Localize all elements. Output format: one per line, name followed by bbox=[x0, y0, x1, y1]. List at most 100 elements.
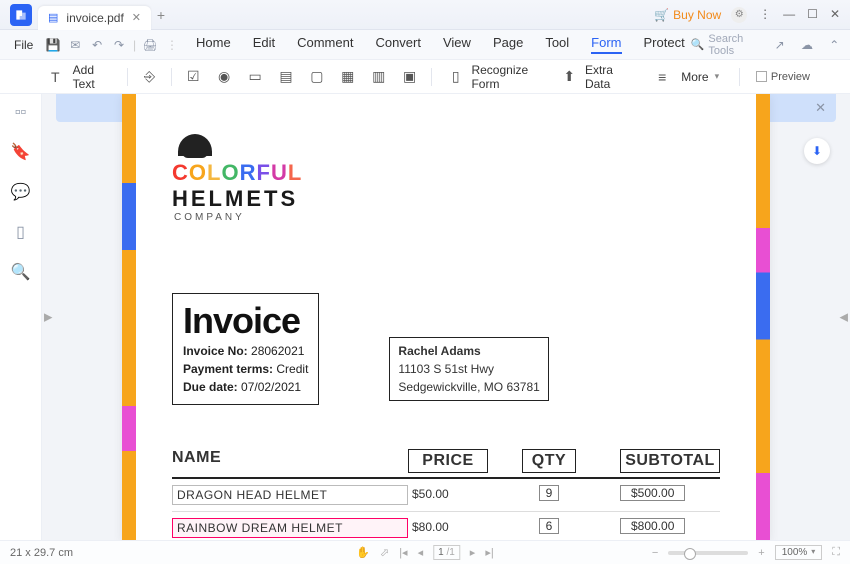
minimize-icon[interactable]: ― bbox=[783, 7, 795, 23]
decorative-stripe bbox=[122, 94, 136, 540]
search-tools[interactable]: 🔍Search Tools bbox=[691, 33, 760, 57]
fit-page-icon[interactable]: ⛶ bbox=[832, 546, 840, 559]
logo-helmets: HELMETS bbox=[172, 186, 720, 212]
next-page-icon[interactable]: ▸ bbox=[470, 546, 476, 559]
helmet-logo-icon bbox=[178, 134, 212, 156]
page-number-input[interactable]: 1 /1 bbox=[433, 545, 460, 560]
menu-page[interactable]: Page bbox=[493, 35, 523, 54]
menu-edit[interactable]: Edit bbox=[253, 35, 275, 54]
zoom-in-icon[interactable]: + bbox=[758, 547, 764, 559]
recognize-icon: ▯ bbox=[446, 67, 466, 87]
checkbox-icon bbox=[756, 71, 767, 82]
menu-home[interactable]: Home bbox=[196, 35, 231, 54]
close-banner-icon[interactable]: ✕ bbox=[815, 100, 826, 116]
undo-icon[interactable]: ↶ bbox=[89, 38, 105, 52]
pdf-file-icon: ▤ bbox=[48, 11, 58, 24]
add-tab-button[interactable]: + bbox=[151, 7, 171, 23]
item-qty-field[interactable]: 9 bbox=[522, 485, 576, 505]
maximize-icon[interactable]: ☐ bbox=[807, 7, 818, 23]
preview-checkbox[interactable]: Preview bbox=[756, 71, 810, 83]
menu-file[interactable]: File bbox=[8, 38, 39, 52]
main-menu: Home Edit Comment Convert View Page Tool… bbox=[196, 35, 685, 54]
menu-bar: File 💾 ✉ ↶ ↷ | 🖨 ⋮ Home Edit Comment Con… bbox=[0, 30, 850, 60]
item-name-field[interactable]: DRAGON HEAD HELMET bbox=[172, 485, 408, 505]
attachment-icon[interactable]: ▯ bbox=[16, 222, 25, 242]
last-page-icon[interactable]: ▸| bbox=[485, 546, 493, 559]
radio-field-icon[interactable]: ◉ bbox=[213, 67, 236, 87]
signature-field-icon[interactable]: ▥ bbox=[367, 67, 390, 87]
zoom-slider[interactable] bbox=[668, 551, 748, 555]
chevron-down-icon: ▾ bbox=[811, 547, 815, 558]
menu-form[interactable]: Form bbox=[591, 35, 621, 54]
logo-colorful: COLORFUL bbox=[172, 160, 720, 186]
chevron-up-icon[interactable]: ⌃ bbox=[827, 38, 842, 52]
pdf-page: COLORFUL HELMETS COMPANY Invoice Invoice… bbox=[122, 94, 770, 540]
app-logo-icon bbox=[10, 4, 32, 26]
buy-now-link[interactable]: 🛒Buy Now bbox=[654, 8, 721, 22]
add-text-button[interactable]: TAdd Text bbox=[40, 63, 117, 91]
download-badge-icon[interactable]: ⬇ bbox=[804, 138, 830, 164]
close-window-icon[interactable]: ✕ bbox=[830, 7, 840, 23]
save-icon[interactable]: 💾 bbox=[45, 38, 61, 52]
form-toolbar: TAdd Text ⎆ ☑ ◉ ▭ ▤ ▢ ▦ ▥ ▣ ▯Recognize F… bbox=[0, 60, 850, 94]
header-price[interactable]: PRICE bbox=[408, 449, 488, 473]
hand-tool-icon[interactable]: ✋ bbox=[356, 546, 370, 559]
more-icon[interactable]: ⋮ bbox=[759, 7, 771, 23]
item-subtotal-field[interactable]: $500.00 bbox=[620, 485, 720, 505]
menu-icon: ≡ bbox=[649, 67, 675, 87]
checkbox-field-icon[interactable]: ☑ bbox=[182, 67, 205, 87]
print-icon[interactable]: 🖨 bbox=[142, 38, 158, 52]
zoom-out-icon[interactable]: − bbox=[652, 547, 658, 559]
header-name: NAME bbox=[172, 449, 408, 473]
page-dimensions: 21 x 29.7 cm bbox=[10, 547, 73, 559]
mail-icon[interactable]: ✉ bbox=[67, 38, 83, 52]
recognize-form-button[interactable]: ▯Recognize Form bbox=[442, 63, 542, 91]
close-tab-icon[interactable]: ✕ bbox=[132, 11, 141, 24]
item-price: $80.00 bbox=[408, 518, 488, 538]
align-icon[interactable]: ⎆ bbox=[138, 67, 161, 87]
text-icon: T bbox=[44, 67, 67, 87]
table-row: RAINBOW DREAM HELMET $80.00 6 $800.00 bbox=[172, 512, 720, 540]
item-name-field[interactable]: RAINBOW DREAM HELMET bbox=[172, 518, 408, 538]
thumbnails-icon[interactable]: ▫▫ bbox=[15, 104, 26, 122]
menu-convert[interactable]: Convert bbox=[375, 35, 421, 54]
extra-data-button[interactable]: ⬆Extra Data bbox=[556, 63, 632, 91]
menu-view[interactable]: View bbox=[443, 35, 471, 54]
settings-icon[interactable]: ⚙ bbox=[731, 7, 747, 23]
item-qty-field[interactable]: 6 bbox=[522, 518, 576, 538]
collapse-left-icon[interactable]: ▶ bbox=[44, 311, 52, 324]
select-tool-icon[interactable]: ⬀ bbox=[380, 546, 389, 559]
bookmark-icon[interactable]: 🔖 bbox=[11, 142, 31, 162]
more-button[interactable]: ≡More▾ bbox=[645, 67, 723, 87]
menu-protect[interactable]: Protect bbox=[644, 35, 685, 54]
share-icon[interactable]: ↗ bbox=[772, 38, 787, 52]
item-subtotal-field[interactable]: $800.00 bbox=[620, 518, 720, 538]
search-panel-icon[interactable]: 🔍 bbox=[11, 262, 31, 282]
upload-icon: ⬆ bbox=[560, 67, 579, 87]
image-field-icon[interactable]: ▦ bbox=[336, 67, 359, 87]
title-bar: ▤ invoice.pdf ✕ + 🛒Buy Now ⚙ ⋮ ― ☐ ✕ bbox=[0, 0, 850, 30]
list-field-icon[interactable]: ▤ bbox=[275, 67, 298, 87]
redo-icon[interactable]: ↷ bbox=[111, 38, 127, 52]
address-field[interactable]: Rachel Adams 11103 S 51st Hwy Sedgewickv… bbox=[389, 337, 548, 401]
menu-tool[interactable]: Tool bbox=[545, 35, 569, 54]
invoice-meta-field[interactable]: Invoice Invoice No: 28062021 Payment ter… bbox=[172, 293, 319, 405]
document-viewport: ▶ ◀ This document contains interactive f… bbox=[42, 94, 850, 540]
header-qty[interactable]: QTY bbox=[522, 449, 576, 473]
first-page-icon[interactable]: |◂ bbox=[399, 546, 407, 559]
document-tab[interactable]: ▤ invoice.pdf ✕ bbox=[38, 6, 151, 30]
left-sidebar: ▫▫ 🔖 💬 ▯ 🔍 bbox=[0, 94, 42, 540]
header-subtotal[interactable]: SUBTOTAL bbox=[620, 449, 720, 473]
cloud-icon[interactable]: ☁ bbox=[799, 38, 814, 52]
collapse-right-icon[interactable]: ◀ bbox=[840, 311, 848, 324]
button-field-icon[interactable]: ▢ bbox=[305, 67, 328, 87]
window-controls: ⚙ ⋮ ― ☐ ✕ bbox=[731, 7, 846, 23]
combo-field-icon[interactable]: ▭ bbox=[244, 67, 267, 87]
date-field-icon[interactable]: ▣ bbox=[398, 67, 421, 87]
zoom-level-dropdown[interactable]: 100%▾ bbox=[775, 545, 823, 560]
status-bar: 21 x 29.7 cm ✋ ⬀ |◂ ◂ 1 /1 ▸ ▸| − + 100%… bbox=[0, 540, 850, 564]
comment-panel-icon[interactable]: 💬 bbox=[11, 182, 31, 202]
logo-company: COMPANY bbox=[174, 212, 720, 223]
menu-comment[interactable]: Comment bbox=[297, 35, 353, 54]
prev-page-icon[interactable]: ◂ bbox=[418, 546, 424, 559]
